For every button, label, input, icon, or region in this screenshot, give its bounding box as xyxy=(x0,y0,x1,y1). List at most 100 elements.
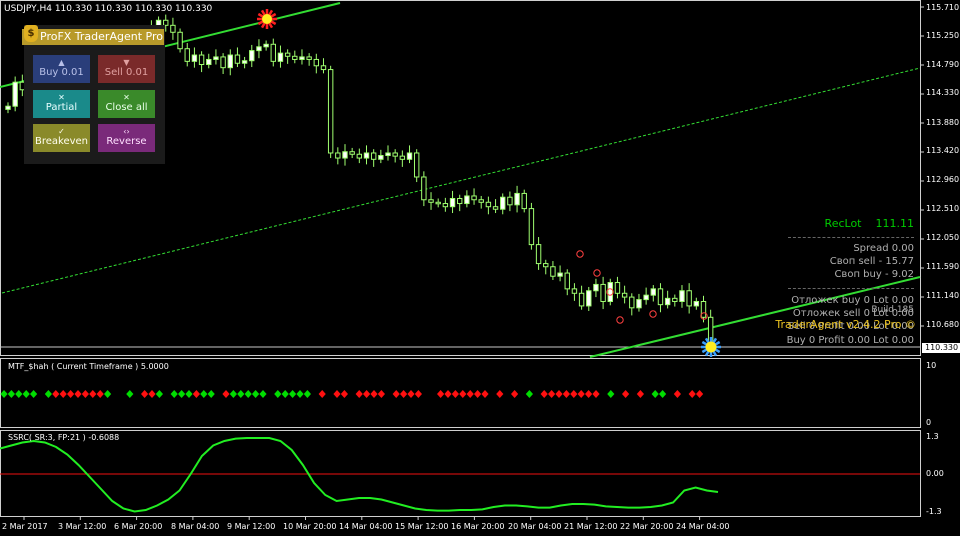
candle xyxy=(177,31,183,50)
candle xyxy=(693,300,700,307)
mtf-signal-diamond xyxy=(296,390,304,398)
mtf-signal-diamond xyxy=(407,390,415,398)
mtf-signal-diamond xyxy=(577,390,585,398)
symbol-info: USDJPY,H4 110.330 110.330 110.330 110.33… xyxy=(4,4,213,14)
mtf-signal-diamond xyxy=(466,390,474,398)
close-all-button[interactable]: ✕ Close all xyxy=(98,90,155,118)
mtf-signal-diamond xyxy=(141,390,149,398)
candle xyxy=(593,283,599,292)
ssrc-line xyxy=(0,437,719,513)
candle xyxy=(241,60,248,64)
candle xyxy=(457,197,463,205)
candle xyxy=(507,196,513,206)
spread-info: Spread 0.00 xyxy=(853,243,914,254)
mtf-signal-diamond xyxy=(651,390,659,398)
mtf-signal-diamond xyxy=(22,390,30,398)
candle xyxy=(392,152,398,157)
mtf-signal-diamond xyxy=(237,390,245,398)
signal-circle-icon xyxy=(576,250,584,258)
mtf-signal-diamond xyxy=(392,390,400,398)
mtf-signal-diamond xyxy=(52,390,60,398)
candle xyxy=(471,195,477,201)
candle xyxy=(234,54,241,64)
mtf-signal-diamond xyxy=(200,390,208,398)
mtf-signal-diamond xyxy=(30,390,38,398)
candle xyxy=(313,58,320,67)
candle xyxy=(686,290,692,307)
candle xyxy=(464,195,470,205)
time-label: 22 Mar 20:00 xyxy=(620,522,674,531)
candle xyxy=(213,56,219,60)
ssrc-scale-bottom: -1.3 xyxy=(926,507,942,516)
mtf-signal-diamond xyxy=(636,390,644,398)
candle xyxy=(170,24,176,33)
mtf-signal-diamond xyxy=(89,390,97,398)
candle xyxy=(629,296,635,309)
candle xyxy=(191,54,198,62)
mtf-signal-diamond xyxy=(340,390,348,398)
info-divider xyxy=(788,237,914,238)
mtf-signal-diamond xyxy=(585,390,593,398)
reverse-button-label: Reverse xyxy=(106,136,147,147)
mtf-signal-diamond xyxy=(126,390,134,398)
price-label: 113.880 xyxy=(926,118,960,127)
ssrc-scale-top: 1.3 xyxy=(926,432,939,441)
candle xyxy=(514,192,520,206)
mtf-signal-diamond xyxy=(7,390,15,398)
candle xyxy=(621,292,628,298)
close-all-button-label: Close all xyxy=(105,102,148,113)
candle xyxy=(643,294,649,301)
mtf-signal-diamond xyxy=(540,390,548,398)
mtf-signal-diamond xyxy=(81,390,89,398)
candle xyxy=(664,297,671,306)
mtf-signal-diamond xyxy=(0,390,8,398)
candle xyxy=(349,151,355,155)
candle xyxy=(478,199,484,203)
candle xyxy=(327,69,334,154)
sell-button[interactable]: ▼ Sell 0.01 xyxy=(98,55,155,83)
mtf-signal-diamond xyxy=(525,390,533,398)
candle xyxy=(500,196,506,210)
signal-circle-icon xyxy=(593,269,601,277)
info-divider xyxy=(788,288,914,289)
mtf-signal-diamond xyxy=(333,390,341,398)
swap-buy-info: Своп buy - 9.02 xyxy=(834,269,914,280)
time-label: 9 Mar 12:00 xyxy=(227,522,276,531)
price-label: 115.710 xyxy=(926,3,960,12)
mtf-signal-diamond xyxy=(244,390,252,398)
price-label: 110.680 xyxy=(926,320,960,329)
trade-panel-title[interactable]: ProFX TraderAgent Pro xyxy=(22,29,164,45)
mtf-signal-diamond xyxy=(377,390,385,398)
candle xyxy=(614,282,621,294)
mtf-signal-diamond xyxy=(355,390,363,398)
mtf-signal-diamond xyxy=(437,390,445,398)
candle xyxy=(557,272,563,277)
candle xyxy=(421,176,427,201)
time-label: 24 Mar 04:00 xyxy=(676,522,730,531)
candle xyxy=(399,155,406,160)
mtf-signal-diamond xyxy=(44,390,52,398)
partial-button[interactable]: ✕ Partial xyxy=(33,90,90,118)
candle xyxy=(636,299,642,309)
mtf-signal-diamond xyxy=(474,390,482,398)
mtf-signal-diamond xyxy=(274,390,282,398)
candle xyxy=(227,54,233,69)
buy-button[interactable]: ▲ Buy 0.01 xyxy=(33,55,90,83)
high-star-icon xyxy=(257,9,277,29)
time-label: 14 Mar 04:00 xyxy=(339,522,393,531)
triangle-down-icon: ▼ xyxy=(123,58,130,67)
mtf-signal-diamond xyxy=(496,390,504,398)
reverse-button[interactable]: ‹› Reverse xyxy=(98,124,155,152)
candle xyxy=(356,153,363,159)
candle xyxy=(306,56,312,60)
mtf-signal-diamond xyxy=(548,390,556,398)
mtf-signal-diamond xyxy=(178,390,186,398)
mtf-signal-diamond xyxy=(289,390,297,398)
candle xyxy=(284,52,291,57)
price-label: 114.790 xyxy=(926,60,960,69)
breakeven-button[interactable]: ✓ Breakeven xyxy=(33,124,90,152)
mtf-signal-diamond xyxy=(148,390,156,398)
candle xyxy=(263,43,269,48)
breakeven-button-label: Breakeven xyxy=(34,136,89,147)
partial-button-label: Partial xyxy=(45,102,78,113)
